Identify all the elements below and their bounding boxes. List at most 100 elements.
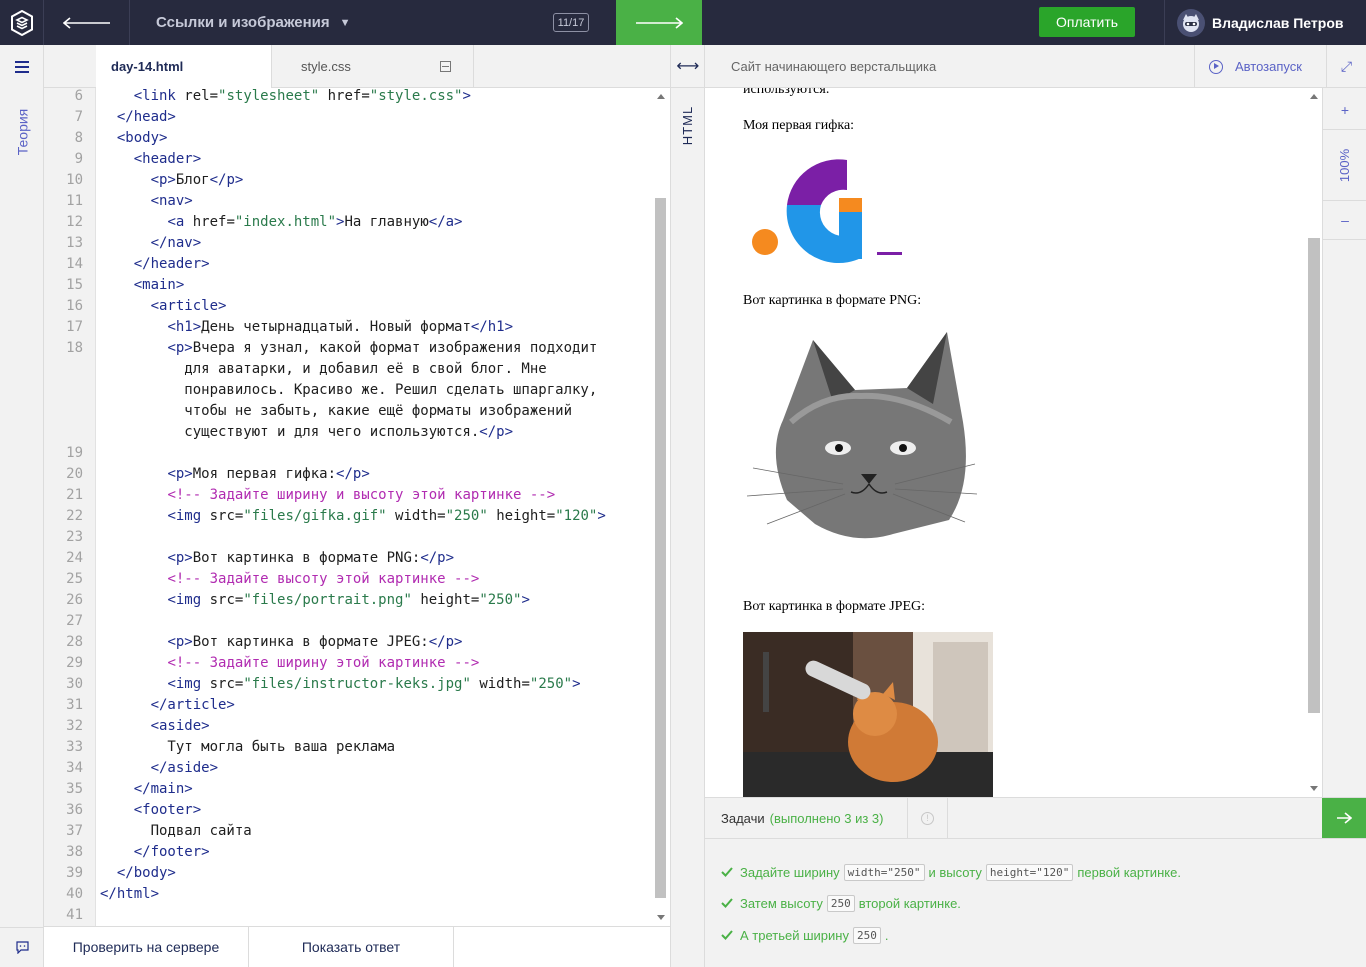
scroll-down-icon[interactable]: [657, 915, 665, 920]
check-icon: [721, 898, 733, 908]
line-number: 26: [66, 592, 83, 608]
tasks-label: Задачи: [721, 810, 765, 826]
line-number: 29: [66, 655, 83, 671]
line-number: 20: [66, 466, 83, 482]
info-icon[interactable]: !: [908, 798, 948, 838]
tasks-toggle[interactable]: Задачи (выполнено 3 из 3): [721, 798, 883, 838]
line-number: 30: [66, 676, 83, 692]
tasks-header: Задачи (выполнено 3 из 3) !: [705, 797, 1366, 839]
user-menu[interactable]: Владислав Петров: [1164, 0, 1366, 45]
zoom-value: 100%: [1337, 148, 1353, 182]
tab-css-file[interactable]: style.css: [272, 45, 474, 88]
code-line: Тут могла быть ваша реклама: [100, 739, 396, 755]
code-line: <link rel="stylesheet" href="style.css">: [133, 88, 471, 104]
fullscreen-icon[interactable]: ⤢: [1326, 45, 1366, 88]
line-number: [44, 380, 95, 401]
task-text: и высоту: [928, 864, 982, 880]
chat-icon[interactable]: [0, 927, 44, 967]
zoom-out-button[interactable]: –: [1323, 200, 1366, 240]
task-list: Задайте ширину width="250" и высоту heig…: [705, 839, 1366, 967]
next-task-arrow-icon[interactable]: [1322, 798, 1366, 838]
pay-button[interactable]: Оплатить: [1039, 7, 1135, 37]
scroll-up-icon[interactable]: [657, 94, 665, 99]
html-mode-label: HTML: [680, 105, 696, 145]
line-number: 40: [66, 886, 83, 902]
check-on-server-button[interactable]: Проверить на сервере: [44, 927, 249, 967]
line-number: 10: [66, 172, 83, 188]
zoom-in-button[interactable]: +: [1323, 90, 1366, 130]
back-arrow-icon[interactable]: [44, 0, 130, 45]
theory-tab[interactable]: Теория: [4, 97, 40, 167]
line-number: 23: [66, 529, 83, 545]
code-line: </body>: [116, 865, 176, 881]
code-line: <p>Блог</p>: [150, 172, 244, 188]
jpeg-caption: Вот картинка в формате JPEG:: [743, 599, 925, 614]
html-mode-toggle[interactable]: HTML: [671, 100, 705, 150]
theory-label: Теория: [14, 108, 30, 156]
line-number: 6: [74, 88, 83, 104]
png-caption: Вот картинка в формате PNG:: [743, 293, 922, 308]
code-editor[interactable]: <link rel="stylesheet" href="style.css">…: [96, 88, 652, 926]
line-number: 38: [66, 844, 83, 860]
line-number: 24: [66, 550, 83, 566]
logo-icon[interactable]: [0, 0, 44, 45]
code-line: <p>Моя первая гифка:</p>: [167, 466, 370, 482]
lesson-title-dropdown[interactable]: Ссылки и изображения ▼: [130, 0, 616, 45]
code-line: <!-- Задайте ширину этой картинке -->: [167, 655, 480, 671]
line-number: 27: [66, 613, 83, 629]
editor-scrollbar[interactable]: [652, 88, 670, 926]
line-number: 13: [66, 235, 83, 251]
task-item: Затем высоту 250 второй картинке.: [721, 892, 961, 914]
autorun-label: Автозапуск: [1235, 59, 1302, 74]
task-code: width="250": [843, 863, 925, 881]
code-line: для аватарки, и добавил её в свой блог. …: [100, 361, 547, 377]
code-line: <nav>: [150, 193, 193, 209]
line-number: 18: [66, 340, 83, 356]
show-answer-button[interactable]: Показать ответ: [249, 927, 454, 967]
line-number: [44, 401, 95, 422]
line-number: 15: [66, 277, 83, 293]
line-number: 8: [74, 130, 83, 146]
cat-portrait-image: [743, 324, 979, 565]
scroll-thumb[interactable]: [1308, 238, 1320, 713]
line-number: 32: [66, 718, 83, 734]
scroll-up-icon[interactable]: [1310, 94, 1318, 99]
collapse-icon[interactable]: [440, 61, 451, 72]
task-text: первой картинке.: [1077, 864, 1181, 880]
code-line: <img src="files/instructor-keks.jpg" wid…: [167, 676, 581, 692]
swap-panels-icon[interactable]: ⟷: [671, 45, 705, 88]
gif-caption: Моя первая гифка:: [743, 118, 855, 133]
zoom-level: 100%: [1323, 130, 1366, 200]
code-line: </aside>: [150, 760, 219, 776]
menu-icon[interactable]: [0, 45, 44, 89]
code-line: <!-- Задайте ширину и высоту этой картин…: [167, 487, 556, 503]
panel-divider: ⟷ HTML: [670, 45, 705, 967]
check-icon: [721, 930, 733, 940]
lesson-title: Ссылки и изображения: [156, 14, 330, 31]
line-number: 16: [66, 298, 83, 314]
tab-html-file[interactable]: day-14.html: [96, 45, 272, 88]
next-arrow-icon[interactable]: [616, 0, 702, 45]
code-line: </header>: [133, 256, 210, 272]
line-number: 31: [66, 697, 83, 713]
task-text: второй картинке.: [858, 895, 961, 911]
autorun-toggle[interactable]: Автозапуск: [1194, 45, 1326, 88]
chevron-down-icon: ▼: [339, 16, 351, 29]
code-line: понравилось. Красиво же. Решил сделать ш…: [100, 382, 598, 398]
task-code: height="120": [985, 863, 1074, 881]
code-line: чтобы не забыть, какие ещё форматы изобр…: [100, 403, 573, 419]
code-line: <main>: [133, 277, 185, 293]
code-line: </main>: [133, 781, 193, 797]
code-line: </html>: [100, 886, 160, 902]
task-code: 250: [826, 894, 855, 912]
code-line: <p>Вот картинка в формате JPEG:</p>: [167, 634, 463, 650]
avatar: [1177, 8, 1205, 37]
scroll-down-icon[interactable]: [1310, 786, 1318, 791]
line-number: 37: [66, 823, 83, 839]
line-number: 33: [66, 739, 83, 755]
scroll-thumb[interactable]: [655, 198, 666, 898]
preview-scrollbar[interactable]: [1306, 88, 1322, 797]
